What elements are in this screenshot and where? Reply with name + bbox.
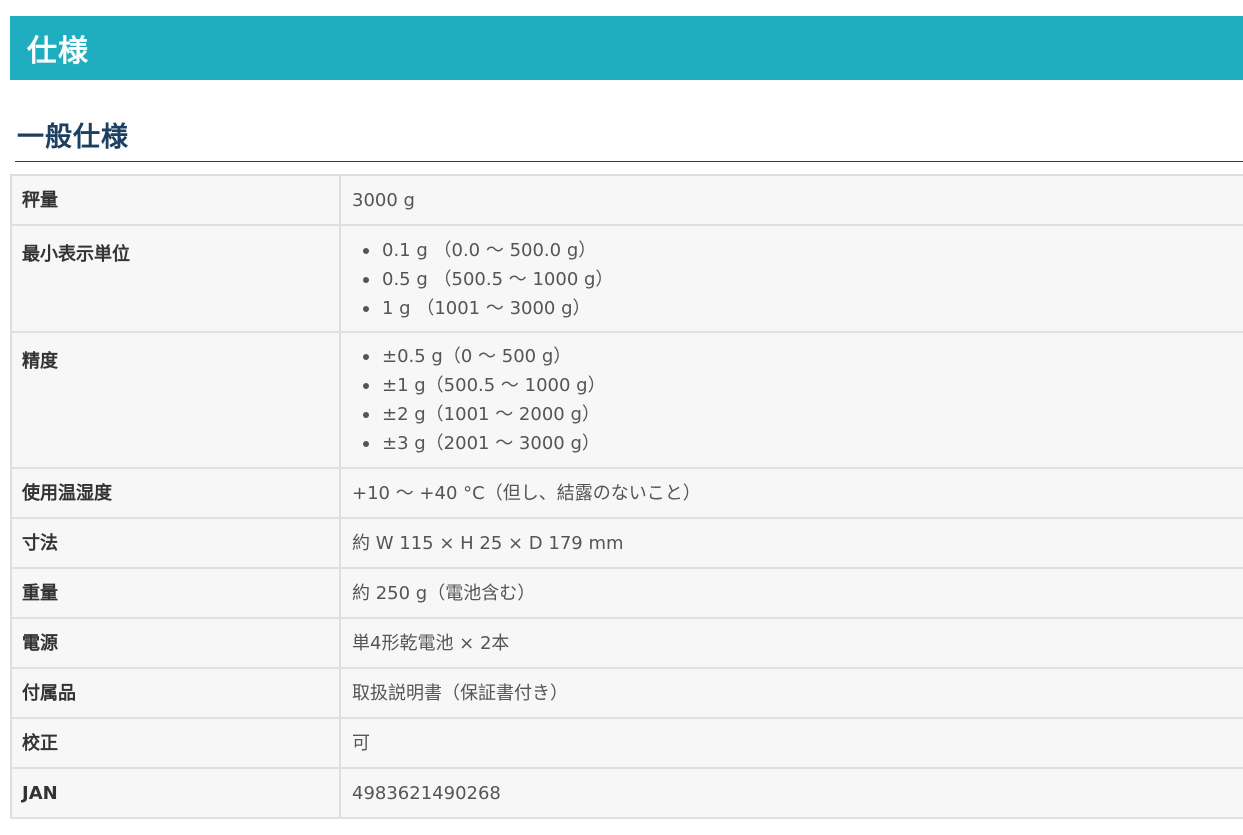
list-item: ±0.5 g（0 ～ 500 g）: [363, 342, 1233, 371]
spec-value: 3000 g: [340, 175, 1243, 226]
section-heading: 一般仕様: [15, 116, 1243, 162]
spec-value: 約 250 g（電池含む）: [340, 568, 1243, 619]
spec-value: 単4形乾電池 × 2本: [340, 618, 1243, 669]
spec-value: 可: [340, 718, 1243, 769]
list-item: ±2 g（1001 ～ 2000 g）: [363, 400, 1233, 429]
spec-row-dimensions: 寸法 約 W 115 × H 25 × D 179 mm: [11, 518, 1243, 569]
spec-row-power: 電源 単4形乾電池 × 2本: [11, 618, 1243, 669]
spec-label: 校正: [11, 718, 341, 769]
list-item: 0.1 g （0.0 ～ 500.0 g）: [363, 236, 1233, 265]
spec-value-list: ±0.5 g（0 ～ 500 g） ±1 g（500.5 ～ 1000 g） ±…: [352, 342, 1233, 458]
list-item: ±3 g（2001 ～ 3000 g）: [363, 429, 1233, 458]
spec-row-min-display: 最小表示単位 0.1 g （0.0 ～ 500.0 g） 0.5 g （500.…: [11, 225, 1243, 333]
spec-row-operating-temp: 使用温湿度 +10 ～ +40 °C（但し、結露のないこと）: [11, 468, 1243, 519]
spec-label: 使用温湿度: [11, 468, 341, 519]
spec-label: 最小表示単位: [11, 225, 341, 333]
spec-row-capacity: 秤量 3000 g: [11, 175, 1243, 226]
page-title: 仕様: [27, 34, 89, 69]
spec-value-list-cell: 0.1 g （0.0 ～ 500.0 g） 0.5 g （500.5 ～ 100…: [340, 225, 1243, 333]
spec-value: +10 ～ +40 °C（但し、結露のないこと）: [340, 468, 1243, 519]
list-item: 0.5 g （500.5 ～ 1000 g）: [363, 265, 1233, 294]
list-item: ±1 g（500.5 ～ 1000 g）: [363, 371, 1233, 400]
spec-value-list-cell: ±0.5 g（0 ～ 500 g） ±1 g（500.5 ～ 1000 g） ±…: [340, 332, 1243, 469]
spec-row-accessories: 付属品 取扱説明書（保証書付き）: [11, 668, 1243, 719]
spec-row-jan: JAN 4983621490268: [11, 768, 1243, 819]
spec-value: 約 W 115 × H 25 × D 179 mm: [340, 518, 1243, 569]
spec-label: 電源: [11, 618, 341, 669]
spec-value: 4983621490268: [340, 768, 1243, 819]
spec-table: 秤量 3000 g 最小表示単位 0.1 g （0.0 ～ 500.0 g） 0…: [10, 174, 1243, 819]
list-item: 1 g （1001 ～ 3000 g）: [363, 294, 1233, 323]
spec-label: 付属品: [11, 668, 341, 719]
spec-row-accuracy: 精度 ±0.5 g（0 ～ 500 g） ±1 g（500.5 ～ 1000 g…: [11, 332, 1243, 469]
spec-label: JAN: [11, 768, 341, 819]
spec-label: 精度: [11, 332, 341, 469]
spec-label: 重量: [11, 568, 341, 619]
section-title: 一般仕様: [17, 122, 129, 153]
spec-row-calibration: 校正 可: [11, 718, 1243, 769]
spec-label: 寸法: [11, 518, 341, 569]
spec-row-weight: 重量 約 250 g（電池含む）: [11, 568, 1243, 619]
page-title-banner: 仕様: [10, 16, 1243, 80]
spec-label: 秤量: [11, 175, 341, 226]
spec-value-list: 0.1 g （0.0 ～ 500.0 g） 0.5 g （500.5 ～ 100…: [352, 236, 1233, 323]
spec-value: 取扱説明書（保証書付き）: [340, 668, 1243, 719]
